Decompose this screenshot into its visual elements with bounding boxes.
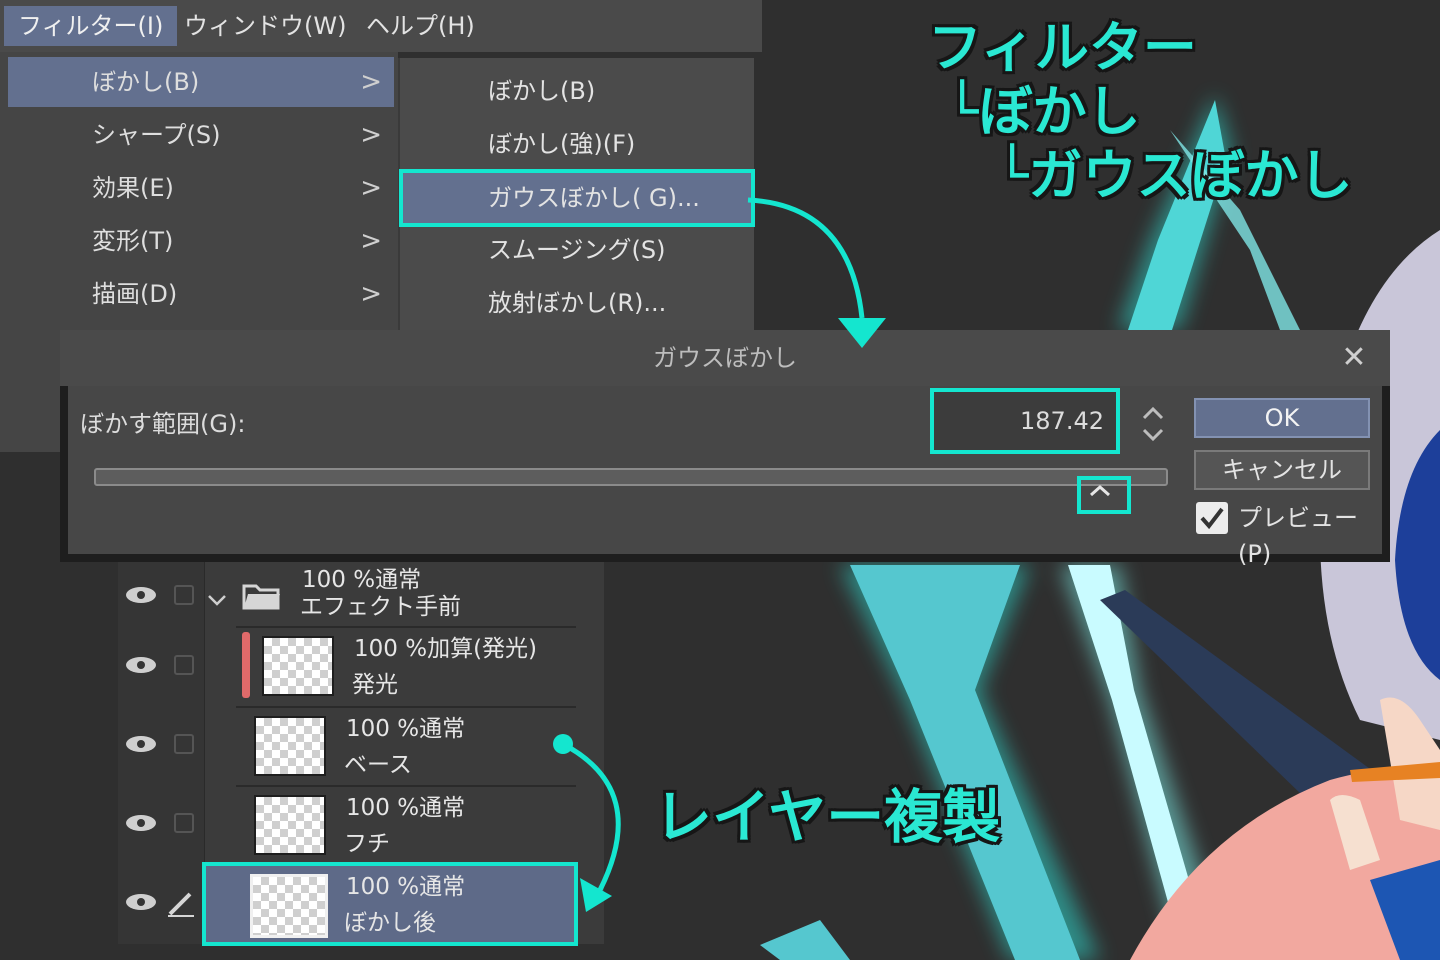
annotation-blur: └ぼかし xyxy=(946,80,1141,143)
annotation-filter: フィルター xyxy=(928,16,1197,79)
annotation-gaussian: └ガウスぼかし xyxy=(996,144,1353,207)
annotation-duplicate-layer: レイヤー複製 xyxy=(654,783,1001,851)
